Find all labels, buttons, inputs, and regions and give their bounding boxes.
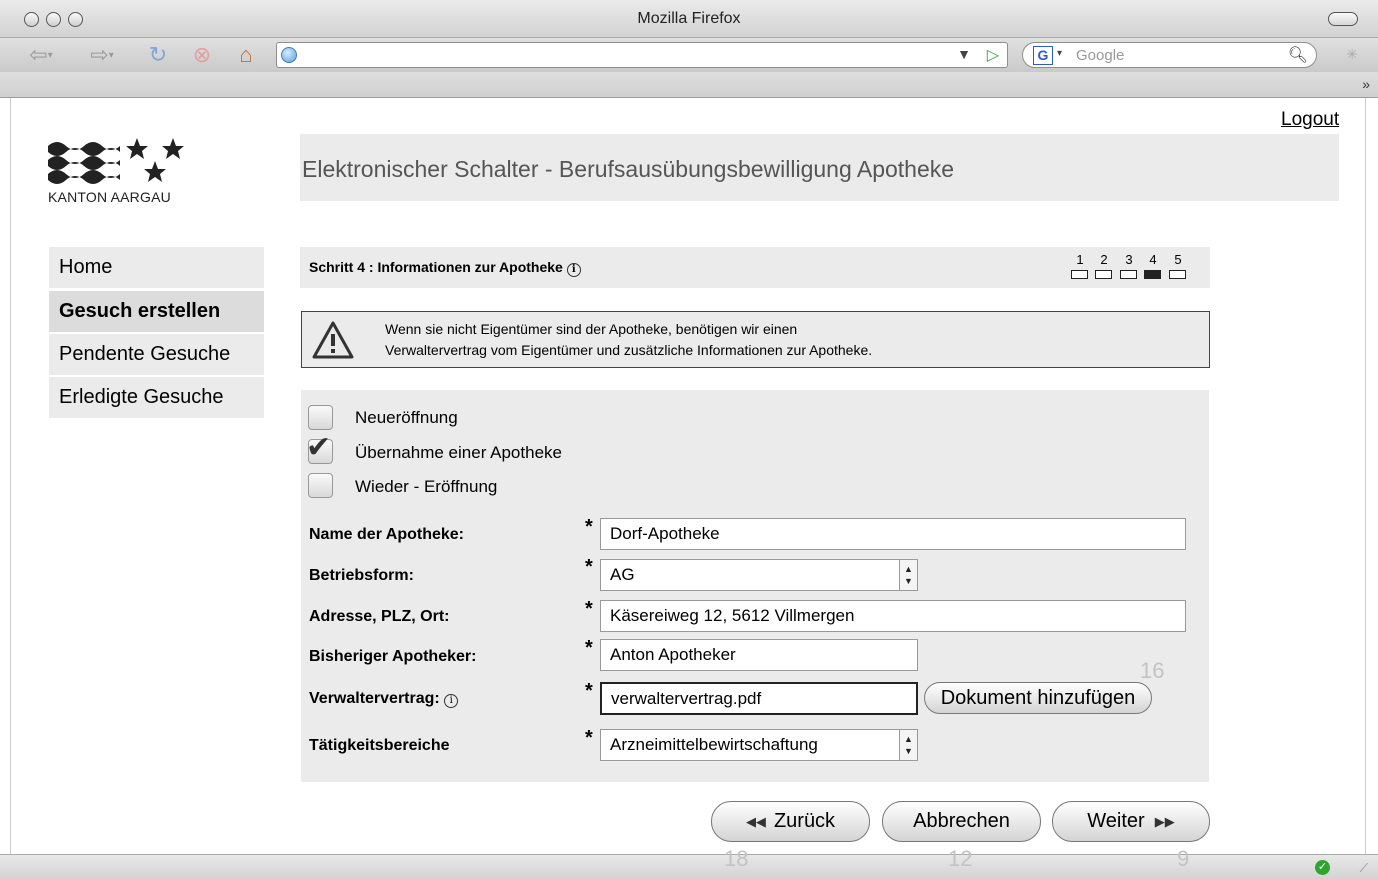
bisheriger-apotheker-input[interactable]: Anton Apotheker: [600, 639, 918, 671]
step-indicator-current: [1144, 270, 1161, 279]
status-bar: ✓ ⟋: [0, 854, 1378, 879]
kanton-aargau-logo: [48, 136, 188, 186]
logo-text: KANTON AARGAU: [48, 189, 171, 205]
nav-item-home[interactable]: Home: [49, 247, 264, 288]
back-arrow-icon[interactable]: ⇦ ▾: [16, 41, 66, 69]
forward-arrow-icon[interactable]: ⇨ ▾: [76, 41, 128, 69]
adresse-input[interactable]: Käsereiweg 12, 5612 Villmergen: [600, 600, 1186, 632]
security-check-icon: ✓: [1315, 860, 1330, 875]
step-indicator: [1095, 270, 1112, 279]
taetigkeitsbereiche-select[interactable]: Arzneimittelbewirtschaftung ▲ ▼: [600, 729, 918, 761]
checkbox-neueroeffnung[interactable]: [308, 405, 333, 430]
title-bar: Mozilla Firefox: [0, 0, 1378, 38]
reload-icon[interactable]: ↻: [140, 41, 176, 69]
required-marker: *: [585, 516, 593, 538]
more-bookmarks-chevron-icon[interactable]: »: [1362, 76, 1370, 92]
logout-link[interactable]: Logout: [1281, 109, 1339, 131]
annotation-number: 18: [724, 846, 749, 871]
search-icon[interactable]: 🔍︎: [1288, 45, 1308, 65]
rewind-icon: ◀◀: [745, 813, 766, 829]
browser-window: Mozilla Firefox ⇦ ▾ ⇨ ▾ ↻ ⊗ ⌂ ▼ ▷ G ▾ Goog…: [0, 0, 1378, 879]
annotation-number: 16: [1140, 658, 1165, 683]
required-marker: *: [585, 637, 593, 659]
checkbox-label: Übernahme einer Apotheke: [355, 443, 562, 462]
info-icon[interactable]: i: [566, 263, 581, 277]
chevron-down-icon[interactable]: ▾: [1057, 48, 1062, 59]
required-marker: *: [585, 598, 593, 620]
required-marker: *: [585, 680, 593, 702]
step-indicator: [1169, 270, 1186, 279]
step-title: Schritt 4 : Informationen zur Apotheke i: [309, 259, 581, 277]
warning-icon: [312, 320, 354, 365]
next-button[interactable]: Weiter ▶▶: [1052, 801, 1210, 842]
cancel-button[interactable]: Abbrechen: [882, 801, 1041, 842]
go-arrow-icon[interactable]: ▷: [987, 45, 999, 65]
google-engine-icon[interactable]: G: [1033, 46, 1053, 65]
toolbar-toggle-button[interactable]: [1328, 12, 1358, 26]
step-number: 3: [1125, 252, 1133, 267]
page-title: Elektronischer Schalter - Berufsausübung…: [302, 156, 955, 182]
checkbox-wieder-eroeffnung[interactable]: [308, 473, 333, 498]
field-label: Name der Apotheke:: [309, 526, 464, 543]
annotation-number: 12: [948, 846, 973, 871]
bookmarks-bar: »: [0, 72, 1378, 98]
globe-icon: [281, 47, 297, 63]
select-arrows-icon: ▲ ▼: [899, 730, 917, 760]
url-input[interactable]: ▼ ▷: [276, 42, 1008, 68]
fast-forward-icon: ▶▶: [1154, 813, 1175, 829]
loading-throbber-icon: ✳: [1346, 46, 1358, 62]
step-indicator: [1071, 270, 1088, 279]
field-label: Bisheriger Apotheker:: [309, 648, 477, 665]
required-marker: *: [585, 727, 593, 749]
logo-icon: [48, 138, 184, 184]
annotation-number: 9: [1177, 846, 1190, 871]
back-button[interactable]: ◀◀ Zurück: [711, 801, 870, 842]
field-label: Betriebsform:: [309, 567, 414, 584]
step-number: 2: [1100, 252, 1108, 267]
resize-grip-icon[interactable]: ⟋: [1360, 861, 1368, 876]
url-history-dropdown-icon[interactable]: ▼: [957, 46, 971, 62]
step-indicator: [1120, 270, 1137, 279]
checkbox-label: Neueröffnung: [355, 408, 458, 427]
dokument-hinzufuegen-button[interactable]: Dokument hinzufügen: [924, 682, 1152, 714]
required-marker: *: [585, 556, 593, 578]
search-input[interactable]: G ▾ Google 🔍︎: [1022, 42, 1317, 68]
step-number: 4: [1149, 252, 1157, 267]
search-placeholder: Google: [1076, 47, 1125, 64]
betriebsform-select[interactable]: AG ▲ ▼: [600, 559, 918, 591]
checkbox-label: Wieder - Eröffnung: [355, 477, 498, 496]
navigation-toolbar: ⇦ ▾ ⇨ ▾ ↻ ⊗ ⌂ ▼ ▷ G ▾ Google 🔍︎ ✳: [0, 38, 1378, 72]
warning-text: Wenn sie nicht Eigentümer sind der Apoth…: [385, 321, 873, 358]
nav-item-gesuch-erstellen[interactable]: Gesuch erstellen: [49, 291, 264, 332]
info-icon[interactable]: i: [444, 694, 459, 708]
field-label: Tätigkeitsbereiche: [309, 737, 450, 754]
nav-item-pendente-gesuche[interactable]: Pendente Gesuche: [49, 334, 264, 375]
name-apotheke-input[interactable]: Dorf-Apotheke: [600, 518, 1186, 550]
field-label: Verwaltervertrag: i: [309, 690, 459, 708]
select-arrows-icon: ▲ ▼: [899, 560, 917, 590]
stop-icon[interactable]: ⊗: [186, 41, 218, 69]
window-title: Mozilla Firefox: [637, 10, 741, 27]
nav-item-erledigte-gesuche[interactable]: Erledigte Gesuche: [49, 377, 264, 418]
home-icon[interactable]: ⌂: [228, 41, 264, 69]
verwaltervertrag-file-input[interactable]: verwaltervertrag.pdf: [600, 682, 918, 715]
step-number: 5: [1174, 252, 1182, 267]
field-label: Adresse, PLZ, Ort:: [309, 608, 450, 625]
checkmark-icon: ✔: [306, 431, 332, 464]
step-number: 1: [1076, 252, 1084, 267]
